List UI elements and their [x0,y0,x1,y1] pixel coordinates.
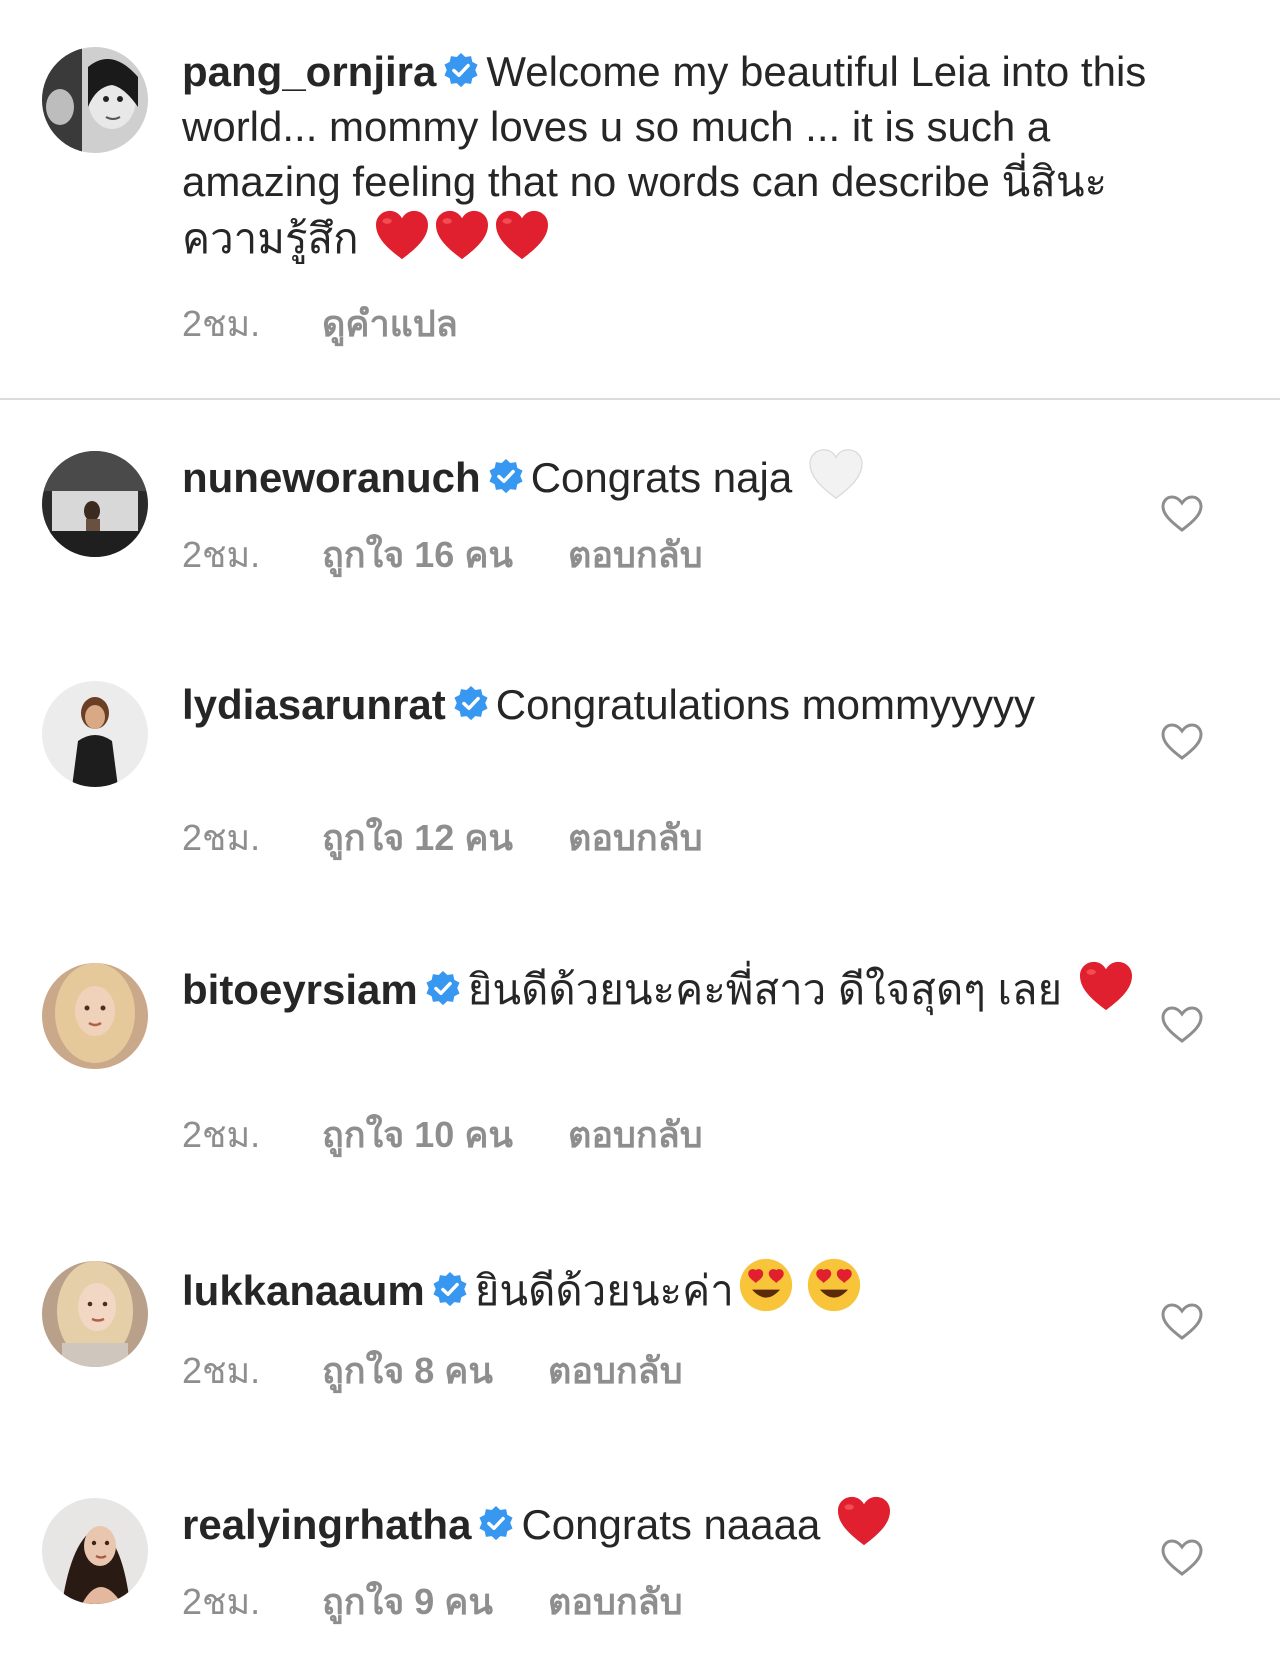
likes-count[interactable]: ถูกใจ 8 คน [322,1349,493,1393]
like-heart-icon[interactable] [1160,1538,1204,1578]
username[interactable]: realyingrhatha [182,1501,471,1548]
verified-badge-icon [442,52,480,90]
avatar[interactable] [42,451,148,557]
like-heart-icon[interactable] [1160,1005,1204,1045]
verified-badge-icon [431,1271,469,1309]
comment-text: Congratulations mommyyyyy [495,681,1035,728]
comment-text: ยินดีด้วยนะคะพี่สาว ดีใจสุดๆ เลย [467,966,1063,1013]
red-heart-emoji [494,209,550,261]
verified-badge-icon [487,458,525,496]
reply-button[interactable]: ตอบกลับ [568,1113,703,1157]
comment-text: Congrats naaaa [521,1501,821,1548]
comment-body: nuneworanuch Congrats naja [182,448,1182,505]
comment-text: ยินดีด้วยนะค่า [474,1267,734,1314]
timestamp: 2ชม. [182,817,261,858]
translate-button[interactable]: ดูคำแปล [322,302,458,346]
username[interactable]: nuneworanuch [182,454,481,501]
comment-meta: 2ชม. ถูกใจ 10 คน ตอบกลับ [182,1113,703,1157]
white-heart-emoji [808,448,864,500]
comment-meta: 2ชม. ดูคำแปล [182,302,458,346]
username[interactable]: pang_ornjira [182,48,436,95]
avatar[interactable] [42,1498,148,1604]
username[interactable]: lydiasarunrat [182,681,446,728]
like-heart-icon[interactable] [1160,494,1204,534]
heart-eyes-emoji [806,1257,862,1313]
timestamp: 2ชม. [182,534,261,575]
red-heart-emoji [836,1495,892,1547]
comment-meta: 2ชม. ถูกใจ 12 คน ตอบกลับ [182,816,703,860]
avatar[interactable] [42,1261,148,1367]
likes-count[interactable]: ถูกใจ 16 คน [322,533,513,577]
timestamp: 2ชม. [182,1114,261,1155]
likes-count[interactable]: ถูกใจ 10 คน [322,1113,513,1157]
divider [0,398,1280,400]
comment-meta: 2ชม. ถูกใจ 8 คน ตอบกลับ [182,1349,683,1393]
comment-meta: 2ชม. ถูกใจ 16 คน ตอบกลับ [182,533,703,577]
comment-body: lydiasarunrat Congratulations mommyyyyy [182,677,1182,732]
comment-meta: 2ชม. ถูกใจ 9 คน ตอบกลับ [182,1580,683,1624]
timestamp: 2ชม. [182,1350,261,1391]
reply-button[interactable]: ตอบกลับ [548,1580,683,1624]
likes-count[interactable]: ถูกใจ 12 คน [322,816,513,860]
reply-button[interactable]: ตอบกลับ [548,1349,683,1393]
comment-text: Congrats naja [530,454,793,501]
caption-text: pang_ornjira Welcome my beautiful Leia in… [182,44,1182,266]
verified-badge-icon [424,970,462,1008]
heart-eyes-emoji [738,1257,794,1313]
like-heart-icon[interactable] [1160,722,1204,762]
timestamp: 2ชม. [182,1581,261,1622]
comment-body: bitoeyrsiam ยินดีด้วยนะคะพี่สาว ดีใจสุดๆ … [182,960,1182,1017]
timestamp: 2ชม. [182,303,261,344]
comment-body: realyingrhatha Congrats naaaa [182,1495,1182,1552]
likes-count[interactable]: ถูกใจ 9 คน [322,1580,493,1624]
red-heart-emoji [374,209,430,261]
verified-badge-icon [452,685,490,723]
red-heart-emoji [1078,960,1134,1012]
avatar[interactable] [42,963,148,1069]
comment-body: lukkanaaum ยินดีด้วยนะค่า [182,1257,1182,1318]
username[interactable]: lukkanaaum [182,1267,425,1314]
reply-button[interactable]: ตอบกลับ [568,816,703,860]
reply-button[interactable]: ตอบกลับ [568,533,703,577]
avatar[interactable] [42,681,148,787]
like-heart-icon[interactable] [1160,1302,1204,1342]
red-heart-emoji [434,209,490,261]
verified-badge-icon [477,1505,515,1543]
username[interactable]: bitoeyrsiam [182,966,418,1013]
avatar[interactable] [42,47,148,153]
